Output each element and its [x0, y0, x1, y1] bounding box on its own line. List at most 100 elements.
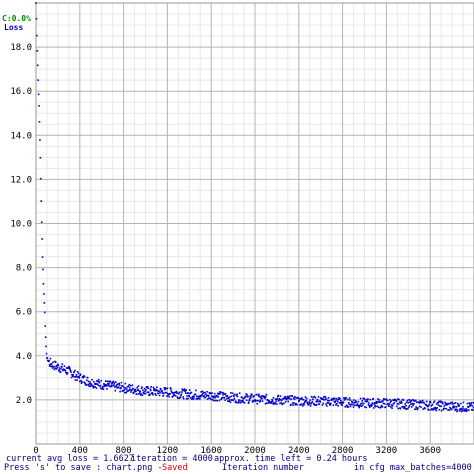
loss-point — [151, 392, 154, 394]
loss-point — [212, 397, 215, 399]
loss-point — [147, 391, 150, 393]
loss-point — [35, 2, 37, 4]
loss-point — [303, 403, 305, 406]
loss-point — [241, 396, 243, 398]
loss-point — [322, 402, 325, 405]
loss-point — [440, 405, 442, 408]
loss-point — [450, 408, 453, 411]
loss-point — [298, 399, 301, 402]
loss-point — [369, 398, 371, 401]
loss-point — [289, 395, 291, 397]
loss-point — [293, 398, 296, 400]
loss-point — [59, 371, 62, 374]
loss-point — [130, 391, 132, 393]
loss-point — [70, 371, 72, 373]
loss-point — [129, 384, 132, 387]
loss-point — [98, 381, 101, 384]
loss-point — [358, 406, 361, 409]
loss-point — [41, 256, 44, 258]
loss-point — [471, 405, 474, 407]
loss-point — [141, 394, 144, 396]
loss-point — [166, 387, 169, 390]
legend-map-label: C:0.0% — [2, 14, 31, 23]
loss-point — [77, 372, 80, 375]
loss-point — [406, 399, 409, 402]
loss-point — [232, 399, 234, 402]
loss-point — [383, 398, 386, 401]
loss-point — [156, 386, 158, 388]
loss-point — [127, 385, 130, 387]
loss-point — [444, 401, 446, 404]
loss-point — [253, 395, 255, 397]
loss-point — [433, 400, 436, 403]
loss-point — [53, 365, 55, 368]
loss-point — [145, 389, 147, 391]
loss-point — [431, 403, 434, 406]
loss-point — [39, 157, 42, 159]
loss-point — [265, 395, 267, 398]
loss-point — [166, 395, 168, 397]
loss-point — [325, 398, 328, 400]
loss-point — [229, 401, 232, 404]
loss-point — [249, 396, 252, 399]
loss-point — [293, 402, 295, 404]
loss-point — [407, 406, 410, 408]
loss-point — [309, 405, 312, 407]
loss-point — [365, 406, 368, 409]
loss-point — [81, 381, 83, 383]
loss-point — [182, 396, 184, 398]
loss-point — [396, 405, 398, 408]
loss-point — [120, 386, 122, 389]
loss-point — [170, 388, 172, 391]
loss-point — [318, 403, 321, 405]
loss-point — [305, 397, 308, 400]
loss-point — [235, 401, 237, 404]
loss-point — [258, 393, 260, 396]
loss-point — [378, 399, 381, 401]
loss-point — [43, 293, 45, 295]
y-tick-label: 16.0 — [10, 87, 32, 97]
loss-point — [134, 388, 137, 391]
loss-point — [214, 399, 217, 402]
loss-point — [135, 390, 137, 393]
loss-point — [428, 403, 431, 406]
loss-point — [361, 404, 364, 407]
loss-point — [329, 404, 332, 406]
loss-point — [68, 367, 71, 370]
loss-point — [36, 49, 39, 52]
loss-point — [380, 404, 383, 407]
loss-point — [326, 405, 328, 407]
loss-point — [42, 282, 45, 285]
loss-point — [192, 398, 195, 400]
loss-point — [251, 394, 253, 396]
loss-point — [287, 400, 290, 403]
loss-point — [255, 393, 258, 396]
loss-point — [168, 395, 170, 398]
loss-point — [257, 399, 259, 402]
loss-point — [218, 399, 221, 402]
loss-point — [352, 403, 354, 406]
loss-point — [163, 392, 165, 394]
loss-point — [315, 400, 318, 403]
loss-point — [175, 390, 178, 393]
loss-point — [93, 380, 95, 383]
loss-point — [413, 403, 415, 405]
loss-point — [73, 371, 75, 373]
loss-point — [157, 392, 160, 395]
loss-point — [407, 407, 409, 410]
loss-point — [83, 375, 86, 378]
loss-point — [46, 357, 49, 359]
loss-point — [75, 374, 78, 376]
status-max-batches: in cfg max_batches=4000 — [354, 463, 472, 473]
loss-point — [221, 396, 223, 399]
loss-point — [425, 400, 428, 403]
loss-point — [361, 402, 363, 405]
loss-point — [91, 378, 93, 381]
loss-point — [402, 399, 405, 401]
loss-point — [60, 368, 62, 370]
loss-point — [456, 409, 459, 411]
loss-point — [305, 400, 308, 402]
loss-point — [309, 399, 311, 401]
loss-point — [377, 406, 380, 408]
loss-point — [142, 389, 144, 392]
